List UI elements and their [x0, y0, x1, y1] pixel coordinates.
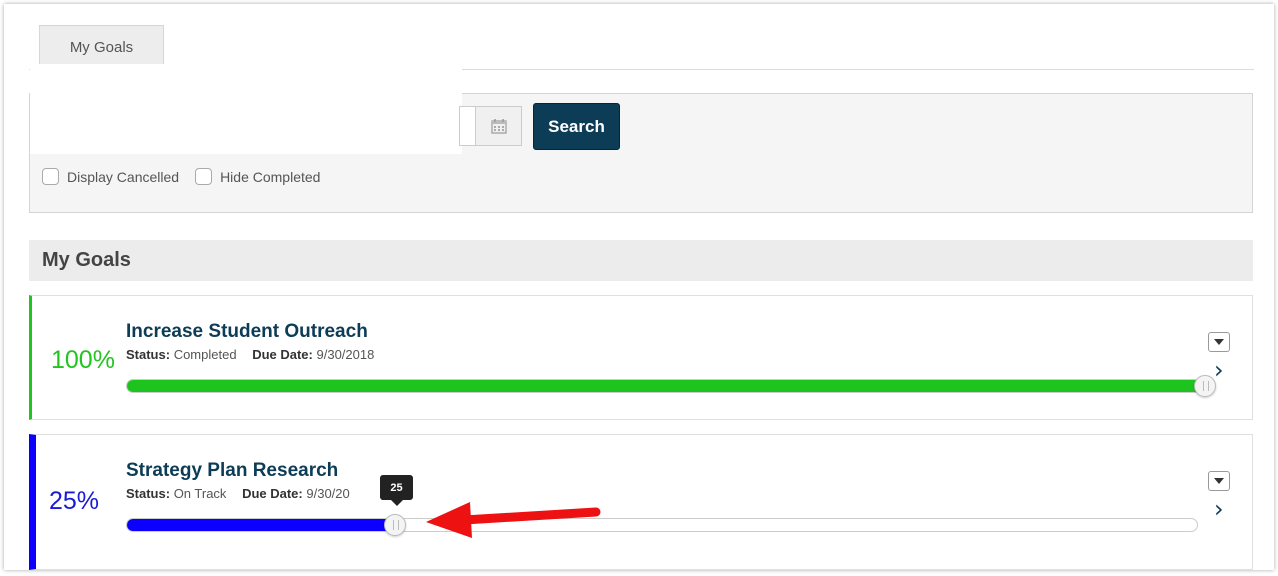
search-button[interactable]: Search — [533, 103, 620, 150]
due-date-value: 9/30/2018 — [316, 347, 375, 362]
hide-completed-checkbox[interactable] — [195, 168, 213, 185]
goal-menu-dropdown[interactable] — [1208, 471, 1230, 491]
calendar-icon — [490, 119, 507, 134]
status-label: Status: — [126, 347, 171, 362]
due-date-label: Due Date: — [242, 486, 303, 501]
arrow-shaft — [459, 507, 601, 525]
goal-card: 100% Increase Student Outreach Status: C… — [29, 295, 1253, 420]
arrow-head — [426, 502, 472, 538]
chevron-right-icon[interactable]: › — [1214, 495, 1224, 523]
chevron-right-icon[interactable]: › — [1214, 356, 1224, 384]
slider-handle[interactable] — [383, 514, 406, 536]
goal-menu-dropdown[interactable] — [1208, 332, 1230, 352]
due-date-label: Due Date: — [252, 347, 313, 362]
calendar-button[interactable] — [475, 106, 522, 146]
filter-row: Display Cancelled Hide Completed — [42, 168, 336, 185]
goal-card: 25% Strategy Plan Research Status: On Tr… — [29, 434, 1253, 570]
display-cancelled-checkbox[interactable] — [42, 168, 59, 185]
goal-meta: Status: On Track Due Date: 9/30/20 — [126, 486, 350, 501]
progress-fill — [127, 380, 1205, 392]
window-frame: My Goals Search Display Cancelled Hide C… — [4, 4, 1274, 570]
status-value: On Track — [173, 486, 227, 501]
slider-value-tooltip: 25 — [380, 475, 413, 506]
goal-meta: Status: Completed Due Date: 9/30/2018 — [126, 347, 374, 362]
goal-title[interactable]: Increase Student Outreach — [126, 321, 368, 343]
section-title: My Goals — [29, 240, 1253, 281]
status-value: Completed — [173, 347, 237, 362]
goal-percent: 25% — [49, 487, 100, 515]
tab-my-goals[interactable]: My Goals — [39, 25, 164, 69]
red-arrow-annotation — [426, 502, 601, 538]
hide-completed-label: Hide Completed — [220, 168, 321, 185]
progress-slider[interactable] — [126, 375, 1216, 397]
goal-percent: 100% — [51, 346, 115, 374]
status-label: Status: — [126, 486, 171, 501]
goal-title[interactable]: Strategy Plan Research — [126, 460, 338, 482]
slider-handle[interactable] — [1194, 375, 1216, 397]
due-date-value: 9/30/20 — [306, 486, 350, 501]
progress-fill — [127, 519, 395, 531]
progress-slider[interactable] — [126, 514, 1198, 536]
display-cancelled-label: Display Cancelled — [67, 168, 180, 185]
search-area-blank — [30, 64, 462, 154]
